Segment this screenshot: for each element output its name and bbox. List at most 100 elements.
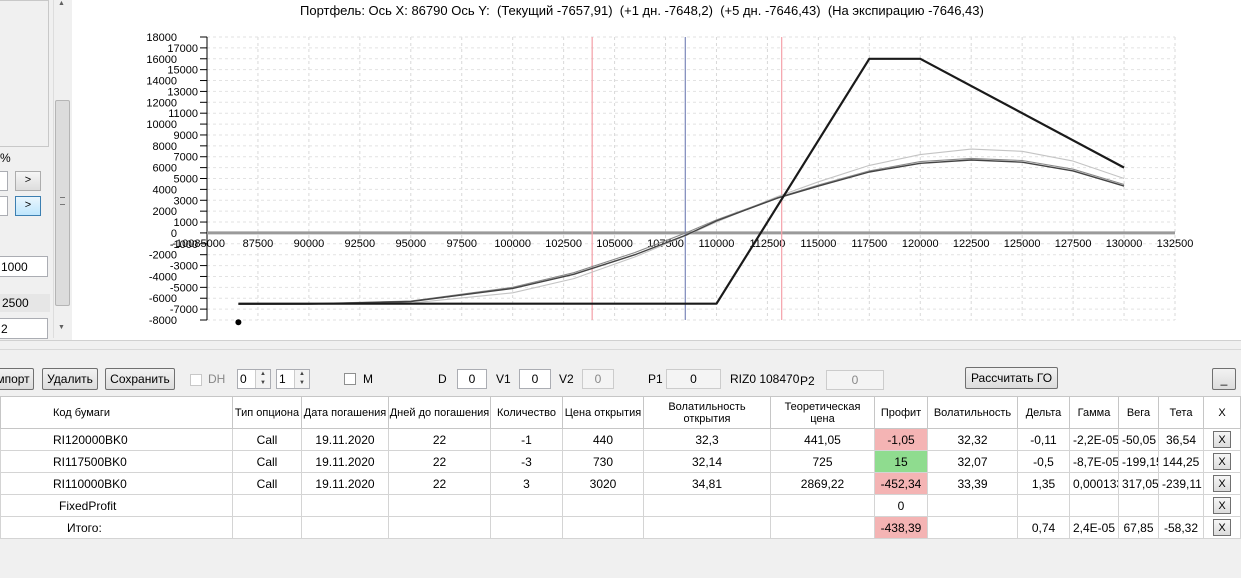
table-cell: [643, 494, 771, 517]
m-checkbox[interactable]: [344, 373, 356, 385]
y-tick-label: 3000: [174, 195, 198, 207]
table-row[interactable]: FixedProfit 0 X: [0, 494, 1241, 517]
column-header[interactable]: Тета: [1158, 396, 1204, 429]
table-row[interactable]: RI110000BK0 Call 19.11.2020 22 3 3020 34,81 286…: [0, 472, 1241, 495]
import-button[interactable]: мпорт: [0, 368, 34, 390]
column-header[interactable]: Дельта: [1017, 396, 1070, 429]
x-tick-label: 120000: [902, 238, 939, 250]
splitter: [0, 345, 1241, 350]
dh-label: DH: [208, 372, 226, 386]
table-cell: 1,35: [1017, 472, 1070, 495]
column-header[interactable]: X: [1203, 396, 1241, 429]
spinner-arrows-icon[interactable]: ▲ ▼: [294, 370, 309, 388]
spinner-1-value: 0: [240, 372, 247, 386]
left-input-1[interactable]: [0, 171, 8, 191]
save-button[interactable]: Сохранить: [105, 368, 175, 390]
d-field[interactable]: 0: [457, 369, 487, 389]
delete-row-cell[interactable]: X: [1203, 494, 1241, 517]
riz-label: RIZ0 108470: [730, 372, 800, 386]
table-cell: -438,39: [874, 516, 928, 539]
series-line: [238, 157, 1125, 305]
y-tick-label: -5000: [170, 282, 198, 294]
table-body: RI120000BK0 Call 19.11.2020 22 -1 440 32,3 441,…: [0, 428, 1241, 539]
spinner-1[interactable]: 0 ▲ ▼: [237, 369, 271, 389]
arrow-right-button-1[interactable]: >: [15, 171, 41, 191]
table-cell: 33,39: [927, 472, 1018, 495]
table-cell: -452,34: [874, 472, 928, 495]
table-cell: [232, 516, 302, 539]
spinner-2-value: 1: [279, 372, 286, 386]
table-cell: -1: [490, 428, 563, 451]
field-1000[interactable]: 1000: [0, 256, 48, 277]
spinner-arrows-icon[interactable]: ▲ ▼: [255, 370, 270, 388]
calc-go-button[interactable]: Рассчитать ГО: [965, 367, 1058, 389]
delete-row-cell[interactable]: X: [1203, 516, 1241, 539]
d-label: D: [438, 372, 447, 386]
y-tick-label: 1000: [174, 217, 198, 229]
delete-row-cell[interactable]: X: [1203, 428, 1241, 451]
column-header[interactable]: Волатильность: [927, 396, 1018, 429]
column-header[interactable]: Волатильность открытия: [643, 396, 771, 429]
arrow-right-button-2[interactable]: >: [15, 196, 41, 216]
delete-row-cell[interactable]: X: [1203, 472, 1241, 495]
dh-checkbox[interactable]: [190, 374, 202, 386]
payoff-chart: Портфель: Ось X: 86790 Ось Y: (Текущий -…: [72, 0, 1241, 340]
vertical-scrollbar[interactable]: ▲ ▼: [53, 0, 71, 338]
x-tick-label: 110000: [699, 238, 735, 250]
scroll-down-arrow-icon[interactable]: ▼: [58, 324, 65, 331]
scroll-thumb[interactable]: [55, 100, 70, 306]
grip-icon: [60, 197, 65, 205]
delete-row-button[interactable]: X: [1213, 431, 1231, 448]
delete-button[interactable]: Удалить: [42, 368, 98, 390]
table-cell: Call: [232, 472, 302, 495]
table-cell: 32,07: [927, 450, 1018, 473]
delete-row-button[interactable]: X: [1213, 453, 1231, 470]
scroll-up-arrow-icon[interactable]: ▲: [58, 0, 65, 7]
left-input-2[interactable]: [0, 196, 8, 216]
column-header[interactable]: Дата погашения: [301, 396, 389, 429]
table-cell: Итого:: [0, 516, 233, 539]
toolbar: мпорт Удалить Сохранить DH 0 ▲ ▼ 1 ▲ ▼ M D…: [0, 340, 1241, 396]
table-cell: RI120000BK0: [0, 428, 233, 451]
y-tick-label: -3000: [170, 261, 198, 273]
table-row[interactable]: RI120000BK0 Call 19.11.2020 22 -1 440 32,3 441,…: [0, 428, 1241, 451]
column-header[interactable]: Теоретическая цена: [770, 396, 875, 429]
table-cell: 0,000133: [1069, 472, 1119, 495]
delete-row-button[interactable]: X: [1213, 497, 1231, 514]
x-tick-label: 117500: [851, 238, 887, 250]
table-cell: -3: [490, 450, 563, 473]
column-header[interactable]: Гамма: [1069, 396, 1119, 429]
table-cell: 144,25: [1158, 450, 1204, 473]
table-cell: [388, 494, 491, 517]
x-tick-label: 105000: [596, 238, 633, 250]
y-tick-label: 7000: [174, 152, 198, 164]
table-row[interactable]: Итого: -438,39 0,74 2,4E-05 67,85 -58,32 X: [0, 516, 1241, 539]
table-cell: 0,74: [1017, 516, 1070, 539]
minimize-button[interactable]: _: [1212, 368, 1236, 390]
delete-row-button[interactable]: X: [1213, 519, 1231, 536]
spinner-2[interactable]: 1 ▲ ▼: [276, 369, 310, 389]
v1-field[interactable]: 0: [519, 369, 551, 389]
column-header[interactable]: Дней до погашения: [388, 396, 491, 429]
table-cell: -0,5: [1017, 450, 1070, 473]
left-panel-box: [0, 0, 49, 147]
field-2[interactable]: 2: [0, 318, 48, 339]
column-header[interactable]: Вега: [1118, 396, 1159, 429]
y-tick-label: 11000: [168, 108, 198, 120]
column-header[interactable]: Код бумаги: [0, 396, 233, 429]
table-cell: 317,05: [1118, 472, 1159, 495]
column-header[interactable]: Тип опциона: [232, 396, 302, 429]
column-header[interactable]: Цена открытия: [562, 396, 644, 429]
table-cell: Call: [232, 450, 302, 473]
table-row[interactable]: RI117500BK0 Call 19.11.2020 22 -3 730 32,14 725…: [0, 450, 1241, 473]
x-tick-label: 122500: [953, 238, 990, 250]
column-header[interactable]: Количество: [490, 396, 563, 429]
x-tick-label: 102500: [545, 238, 582, 250]
delete-row-cell[interactable]: X: [1203, 450, 1241, 473]
table-cell: 22: [388, 428, 491, 451]
column-header[interactable]: Профит: [874, 396, 928, 429]
delete-row-button[interactable]: X: [1213, 475, 1231, 492]
v2-field: 0: [582, 369, 614, 389]
table-cell: [490, 494, 563, 517]
x-tick-label: 100000: [494, 238, 531, 250]
